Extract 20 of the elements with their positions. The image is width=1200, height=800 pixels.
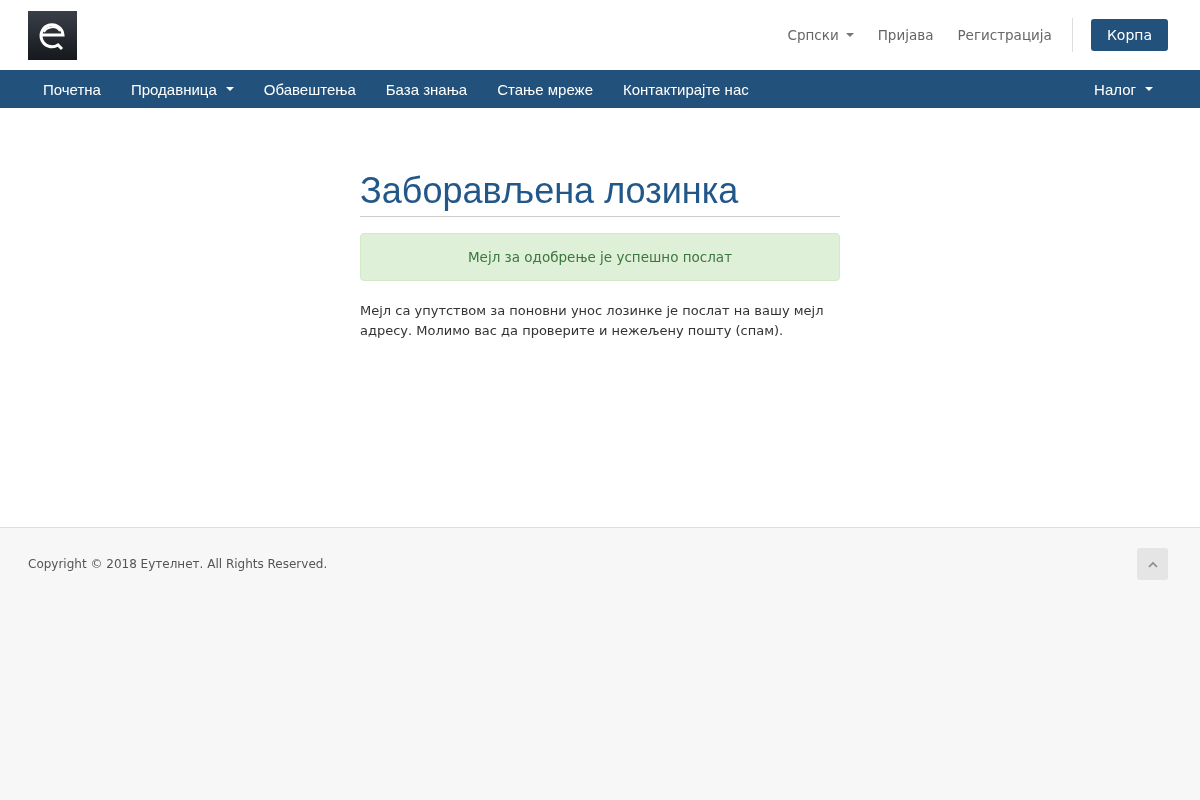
nav-item[interactable]: Контактирајте нас bbox=[608, 71, 764, 107]
chevron-up-icon bbox=[1147, 560, 1158, 568]
logo-icon[interactable] bbox=[28, 10, 77, 60]
header-link[interactable]: Регистрација bbox=[947, 21, 1062, 49]
message-text: Мејл са упутством за поновни унос лозинке је послат на вашу мејл адресу. Молимо вас да проверите и нежељену пошту (спам). bbox=[360, 302, 825, 340]
account-menu[interactable]: Налог bbox=[1079, 71, 1168, 107]
caret-icon bbox=[1145, 87, 1153, 91]
header-link[interactable]: Пријава bbox=[867, 21, 944, 49]
caret-icon bbox=[225, 87, 234, 91]
copyright-text: Copyright © 2018 Еутелнет. All Rights Reserved. bbox=[28, 557, 328, 571]
nav-item[interactable]: Стање мреже bbox=[482, 71, 608, 107]
nav-item[interactable]: Почетна bbox=[28, 71, 116, 107]
nav-item[interactable]: Обавештења bbox=[248, 71, 371, 107]
nav-item[interactable]: База знања bbox=[370, 71, 483, 107]
cart-button[interactable]: Корпа bbox=[1090, 19, 1168, 51]
page-title: Заборављена лозинка bbox=[360, 170, 840, 217]
language-menu[interactable]: Српски bbox=[777, 21, 864, 49]
success-alert: Мејл за одобрење је успешно послат bbox=[360, 233, 840, 281]
caret-icon bbox=[845, 33, 854, 37]
nav-item[interactable]: Продавница bbox=[115, 71, 249, 107]
